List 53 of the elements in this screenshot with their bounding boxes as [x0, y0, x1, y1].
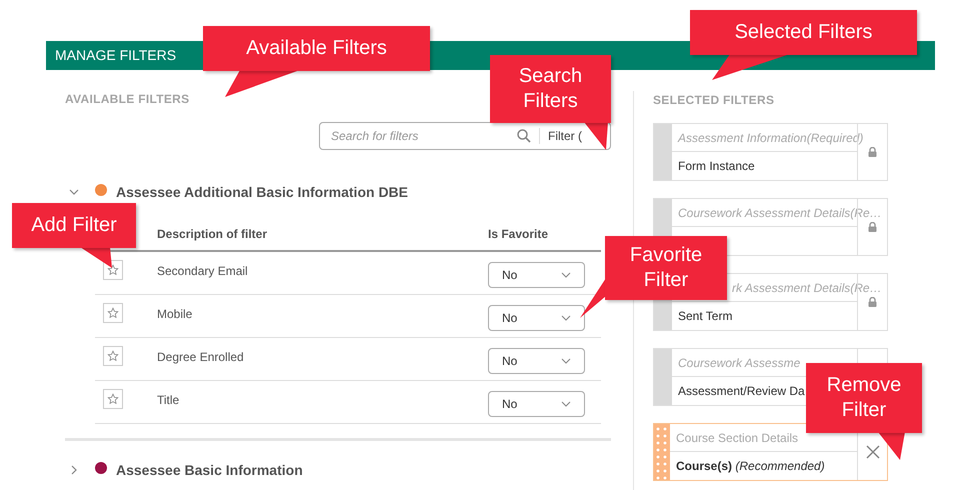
star-icon: [107, 264, 119, 276]
lock-icon: [868, 222, 877, 232]
filter-category: rk Assessment Details(Re…: [732, 280, 882, 296]
filter-category: Coursework Assessme: [678, 354, 800, 372]
filter-value: Form Instance: [678, 158, 755, 175]
filter-name: Title: [157, 392, 180, 409]
section-heading: AVAILABLE FILTERS: [65, 91, 190, 108]
filter-category: Assessment Information(Required): [678, 130, 864, 146]
lock-icon: [868, 297, 877, 307]
column-header: Description of filter: [157, 226, 268, 243]
callout-pointer: [584, 122, 608, 150]
filter-value: Course(s) (Recommended): [676, 458, 825, 475]
star-icon: [107, 307, 119, 319]
group-title: Assessee Additional Basic Information DBE: [116, 182, 408, 202]
filter-category: Coursework Assessment Details(Re…: [678, 204, 882, 222]
favorite-select[interactable]: No: [488, 391, 585, 417]
filter-dropdown[interactable]: Filter (: [540, 127, 610, 145]
filter-value: Sent Term: [678, 308, 732, 325]
callout-label: Search Filters: [490, 55, 611, 123]
star-icon: [107, 393, 119, 405]
group-title: Assessee Basic Information: [116, 460, 303, 480]
remove-filter-button[interactable]: [864, 443, 882, 461]
favorite-select[interactable]: No: [488, 305, 585, 331]
search-field[interactable]: Search for filters Filter (: [319, 122, 611, 150]
filter-category: Course Section Details: [676, 430, 798, 446]
column-header: Is Favorite: [488, 226, 548, 243]
caret-icon: [561, 358, 571, 364]
filter-name: Mobile: [157, 306, 194, 323]
search-icon[interactable]: [517, 129, 531, 143]
lock-icon: [868, 147, 877, 157]
add-filter-button[interactable]: [103, 389, 123, 409]
caret-icon: [561, 272, 571, 278]
callout-label: Favorite Filter: [605, 236, 727, 300]
filter-name: Degree Enrolled: [157, 349, 245, 366]
favorite-select[interactable]: No: [488, 262, 585, 288]
favorite-select[interactable]: No: [488, 348, 585, 374]
expand-chevron-icon[interactable]: [69, 465, 79, 475]
section-heading: SELECTED FILTERS: [653, 92, 776, 109]
callout-pointer: [80, 247, 112, 268]
filter-value: Assessment/Review Da: [678, 383, 805, 400]
drag-handle-icon[interactable]: [654, 424, 670, 480]
star-icon: [107, 350, 119, 362]
add-filter-button[interactable]: [103, 346, 123, 366]
callout-pointer: [580, 278, 606, 318]
callout-label: Remove Filter: [806, 363, 922, 433]
caret-icon: [561, 401, 571, 407]
callout-pointer: [878, 432, 905, 460]
add-filter-button[interactable]: [103, 303, 123, 323]
close-icon: [866, 445, 880, 459]
collapse-chevron-icon[interactable]: [69, 187, 79, 197]
caret-icon: [561, 315, 571, 321]
page-title: MANAGE FILTERS: [55, 46, 176, 65]
filter-name: Secondary Email: [157, 263, 249, 280]
